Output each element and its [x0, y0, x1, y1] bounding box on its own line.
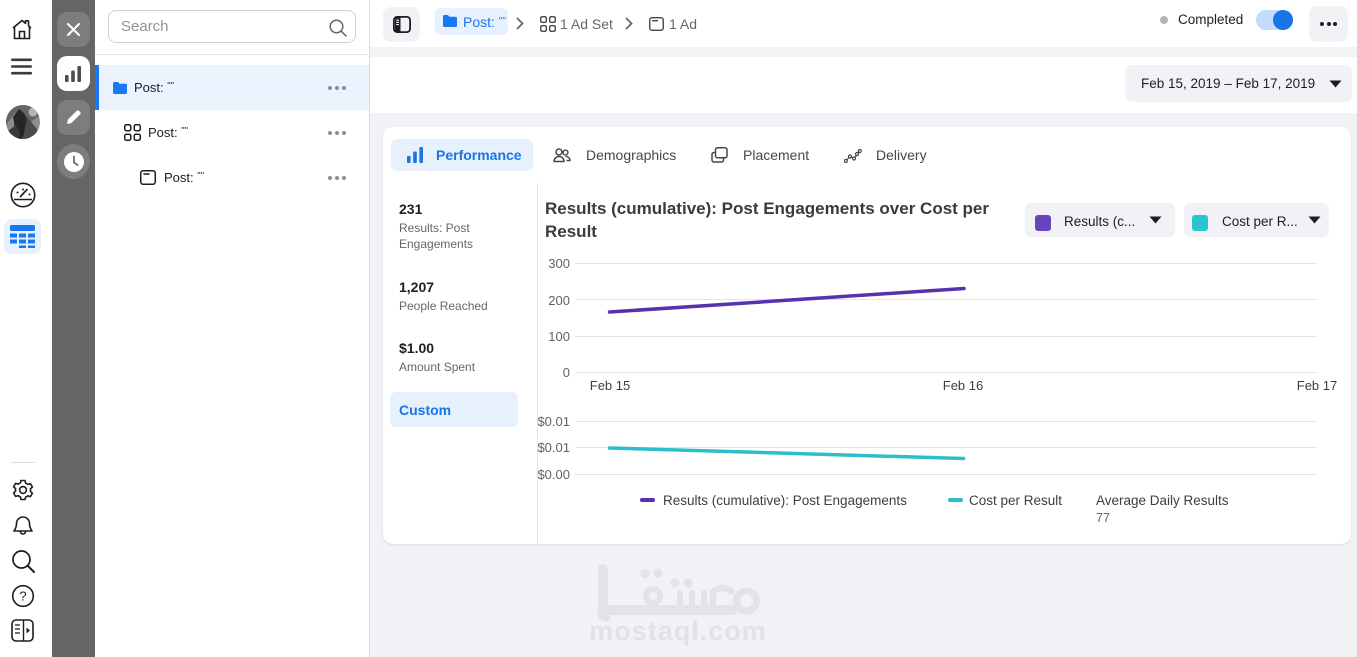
- svg-text:?: ?: [19, 589, 26, 604]
